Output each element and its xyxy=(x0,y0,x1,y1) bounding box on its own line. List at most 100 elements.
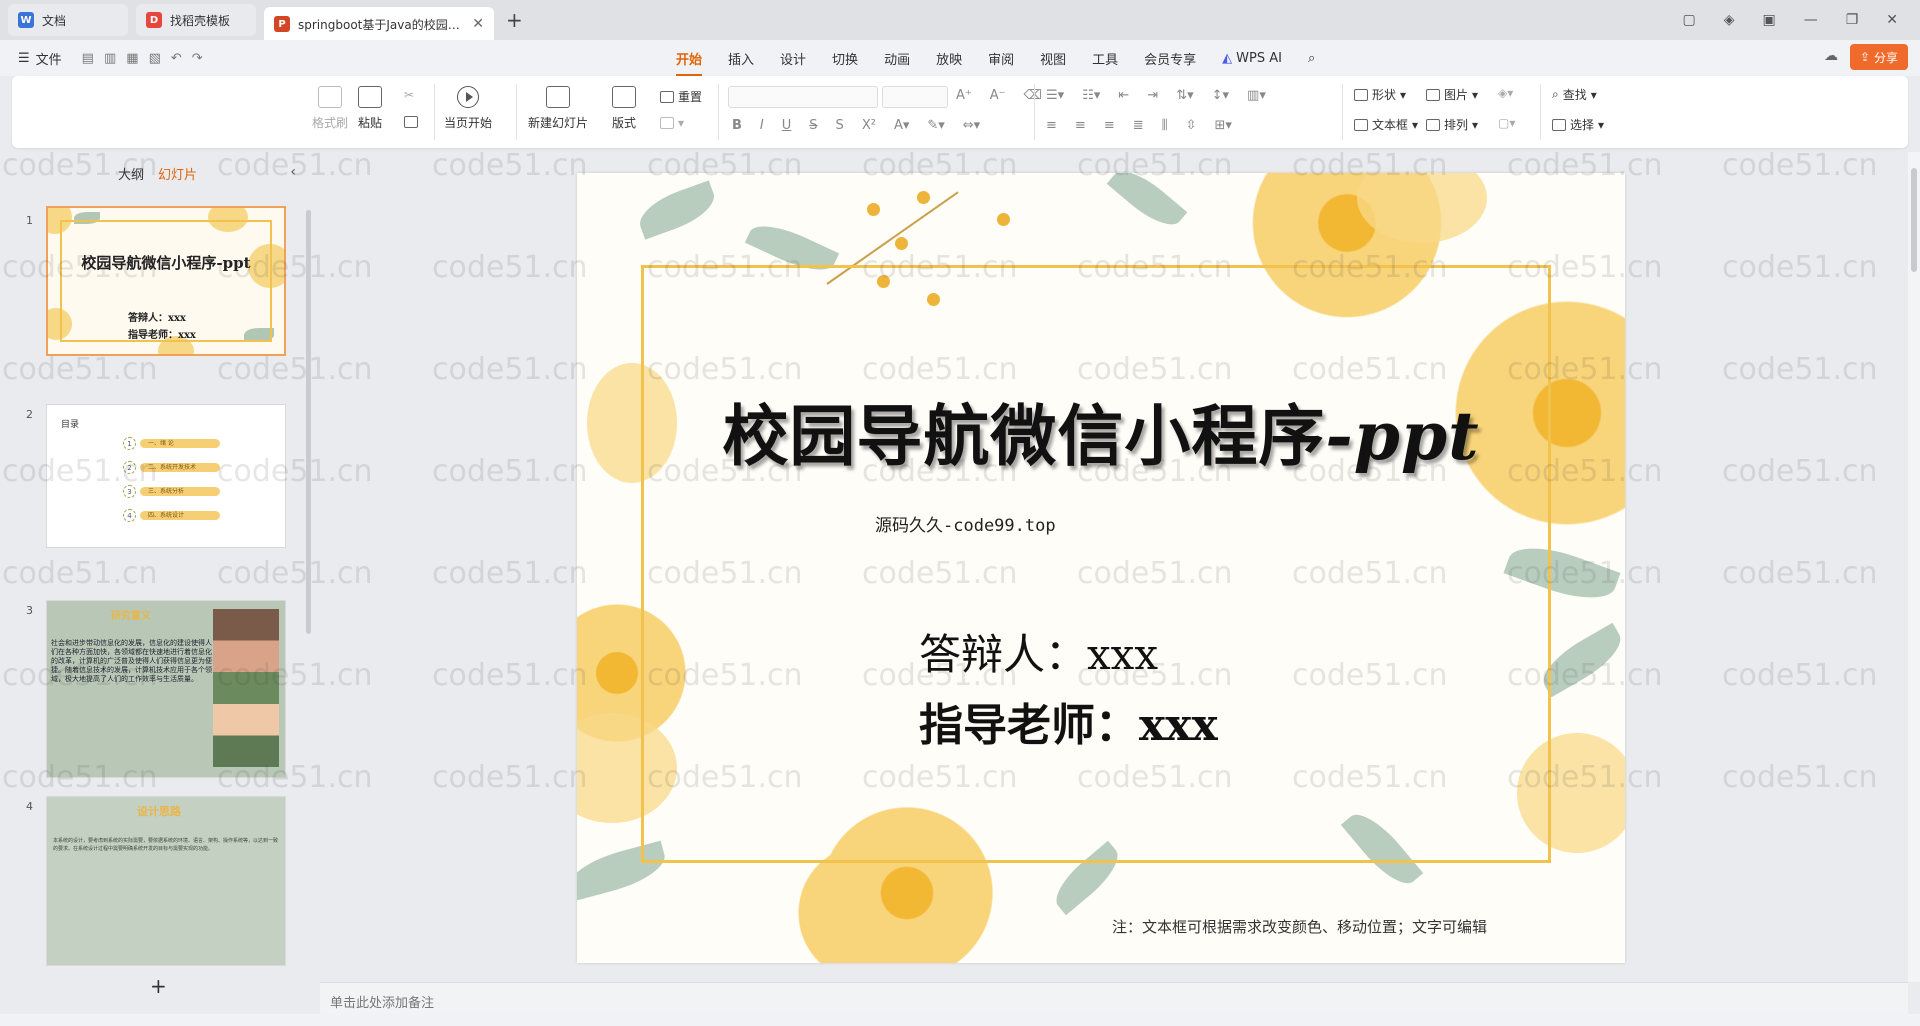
advisor-line[interactable]: 指导老师：xxx xyxy=(919,689,1218,753)
slide-thumbnail-4[interactable]: 设计思路 本系统的设计，要考虑到系统的实际需要，要依据系统的环境、语言、架构、操… xyxy=(46,796,286,966)
font-size-select[interactable] xyxy=(882,86,948,108)
select-button[interactable]: 选择 ▾ xyxy=(1552,116,1604,133)
save-icon[interactable]: ▤ xyxy=(82,51,94,66)
slide-subtitle[interactable]: 源码久久-code99.top xyxy=(875,511,1056,536)
add-tab-icon[interactable]: + xyxy=(506,8,523,32)
slide-note[interactable]: 注：文本框可根据需求改变颜色、移动位置；文字可编辑 xyxy=(1112,916,1487,937)
highlight-icon[interactable]: ✎▾ xyxy=(927,118,944,133)
textbox-button[interactable]: 文本框 ▾ xyxy=(1354,116,1418,133)
justify-icon[interactable]: ≣ xyxy=(1133,118,1144,133)
shapes-button[interactable]: 形状 ▾ xyxy=(1354,86,1406,103)
font-color-icon[interactable]: A▾ xyxy=(894,118,909,133)
print-icon[interactable]: ▦ xyxy=(126,51,138,66)
find-label: 查找 xyxy=(1562,88,1587,102)
tab-slideshow[interactable]: 放映 xyxy=(936,49,962,68)
layout-button[interactable]: 版式 xyxy=(612,86,636,131)
cloud-upload-icon[interactable]: ☁ xyxy=(1824,48,1838,64)
decrease-indent-icon[interactable]: ⇤ xyxy=(1118,88,1129,103)
presenter-line[interactable]: 答辩人：xxx xyxy=(919,621,1158,682)
arrange-button[interactable]: 排列 ▾ xyxy=(1426,116,1478,133)
tab-tools[interactable]: 工具 xyxy=(1092,49,1118,68)
search-icon[interactable]: ⌕ xyxy=(1308,51,1315,66)
shadow-icon[interactable]: S xyxy=(836,118,844,133)
add-slide-icon[interactable]: + xyxy=(150,974,167,998)
tab-home[interactable]: 开始 xyxy=(676,49,703,76)
redo-icon[interactable]: ↷ xyxy=(192,51,203,66)
new-slide-label: 新建幻灯片 xyxy=(528,116,589,130)
paste-button[interactable]: 粘贴 xyxy=(358,86,382,131)
cube-icon[interactable]: ◈ xyxy=(1724,12,1735,28)
wps-ai-button[interactable]: ◭ WPS AI xyxy=(1222,51,1282,66)
bold-icon[interactable]: B xyxy=(732,118,742,133)
char-spacing-icon[interactable]: ⇔▾ xyxy=(963,118,980,133)
columns-icon[interactable]: ▥▾ xyxy=(1247,88,1266,103)
undo-icon[interactable]: ↶ xyxy=(171,51,182,66)
shrink-font-icon[interactable]: A⁻ xyxy=(990,88,1006,103)
new-slide-button[interactable]: 新建幻灯片 xyxy=(528,86,588,131)
line-spacing-icon[interactable]: ↕▾ xyxy=(1212,88,1229,103)
tab-insert[interactable]: 插入 xyxy=(728,49,754,68)
tab-slides[interactable]: 幻灯片 xyxy=(158,164,197,183)
preview-icon[interactable]: ▧ xyxy=(149,51,161,66)
notes-pane[interactable]: 单击此处添加备注 xyxy=(320,982,1908,1014)
section-icon[interactable]: ▾ xyxy=(660,116,684,130)
close-window-icon[interactable]: ✕ xyxy=(1886,12,1898,28)
scrollbar-thumb[interactable] xyxy=(1911,168,1917,272)
collapse-panel-icon[interactable]: ‹ xyxy=(290,164,296,180)
format-painter-button[interactable]: 格式刷 xyxy=(312,86,348,131)
align-left-icon[interactable]: ≡ xyxy=(1046,118,1057,133)
reset-button[interactable]: 重置 xyxy=(660,88,702,105)
restore-layout-icon[interactable]: ▢ xyxy=(1682,12,1695,28)
numbering-icon[interactable]: ☷▾ xyxy=(1082,88,1100,103)
current-slide[interactable]: 校园导航微信小程序-ppt 源码久久-code99.top 答辩人：xxx 指导… xyxy=(577,173,1625,963)
file-menu-button[interactable]: ☰ 文件 xyxy=(18,49,62,68)
font-family-select[interactable] xyxy=(728,86,878,108)
picture-button[interactable]: 图片 ▾ xyxy=(1426,86,1478,103)
thumbnail-scrollbar[interactable] xyxy=(306,210,311,634)
avatar[interactable]: ▣ xyxy=(1762,12,1775,28)
outline-icon[interactable]: ▢▾ xyxy=(1498,116,1515,130)
tab-outline[interactable]: 大纲 xyxy=(118,164,144,183)
tab-view[interactable]: 视图 xyxy=(1040,49,1066,68)
valign-icon[interactable]: ⇳ xyxy=(1186,118,1197,133)
minimize-icon[interactable]: — xyxy=(1804,12,1818,28)
open-icon[interactable]: ▥ xyxy=(104,51,116,66)
tab-docer-templates[interactable]: D 找稻壳模板 xyxy=(136,4,256,36)
grow-font-icon[interactable]: A⁺ xyxy=(956,88,972,103)
tab-member[interactable]: 会员专享 xyxy=(1144,49,1196,68)
smartart-icon[interactable]: ⊞▾ xyxy=(1215,118,1232,133)
docer-icon: D xyxy=(146,12,162,28)
slide-thumbnail-2[interactable]: 目录 1 一、绪 论 2 二、系统开发技术 3 三、系统分析 4 四、系统设计 xyxy=(46,404,286,548)
align-center-icon[interactable]: ≡ xyxy=(1075,118,1086,133)
tab-transitions[interactable]: 切换 xyxy=(832,49,858,68)
find-button[interactable]: ⌕ 查找 ▾ xyxy=(1552,86,1597,103)
vertical-scrollbar[interactable] xyxy=(1908,152,1920,982)
tab-review[interactable]: 审阅 xyxy=(988,49,1014,68)
underline-icon[interactable]: U xyxy=(782,118,792,133)
slide-title-cn: 校园导航微信小程序 xyxy=(722,397,1326,475)
bullets-icon[interactable]: ☰▾ xyxy=(1046,88,1064,103)
slide-title[interactable]: 校园导航微信小程序-ppt xyxy=(577,383,1625,479)
tab-design[interactable]: 设计 xyxy=(780,49,806,68)
from-current-slide-button[interactable]: 当页开始 xyxy=(444,86,492,131)
copy-icon[interactable] xyxy=(404,116,418,128)
superscript-icon[interactable]: X² xyxy=(862,118,876,133)
tab-current-presentation[interactable]: P springboot基于Java的校园导航 ✕ xyxy=(264,7,494,41)
tab-docs[interactable]: W 文档 xyxy=(8,4,128,36)
clear-format-icon[interactable]: ⌫ xyxy=(1024,88,1042,103)
text-direction-icon[interactable]: ⇅▾ xyxy=(1176,88,1193,103)
strikethrough-icon[interactable]: S xyxy=(809,118,817,133)
fill-icon[interactable]: ◈▾ xyxy=(1498,86,1513,100)
align-right-icon[interactable]: ≡ xyxy=(1104,118,1115,133)
tab-animations[interactable]: 动画 xyxy=(884,49,910,68)
slide-thumbnail-3[interactable]: 研究意义 社会和进步带动信息化的发展，信息化的建设使得人们在各种方面加快，各领域… xyxy=(46,600,286,778)
italic-icon[interactable]: I xyxy=(760,118,764,133)
maximize-icon[interactable]: ❐ xyxy=(1846,12,1859,28)
increase-indent-icon[interactable]: ⇥ xyxy=(1147,88,1158,103)
share-button[interactable]: ⇪ 分享 xyxy=(1850,44,1908,70)
thumb-line: 答辩人：xxx xyxy=(128,313,186,324)
slide-thumbnail-1[interactable]: 校园导航微信小程序-ppt 答辩人：xxx 指导老师：xxx xyxy=(46,206,286,356)
distribute-icon[interactable]: ⫼ xyxy=(1162,118,1168,133)
cut-icon[interactable]: ✂ xyxy=(404,88,414,102)
close-icon[interactable]: ✕ xyxy=(472,16,484,32)
